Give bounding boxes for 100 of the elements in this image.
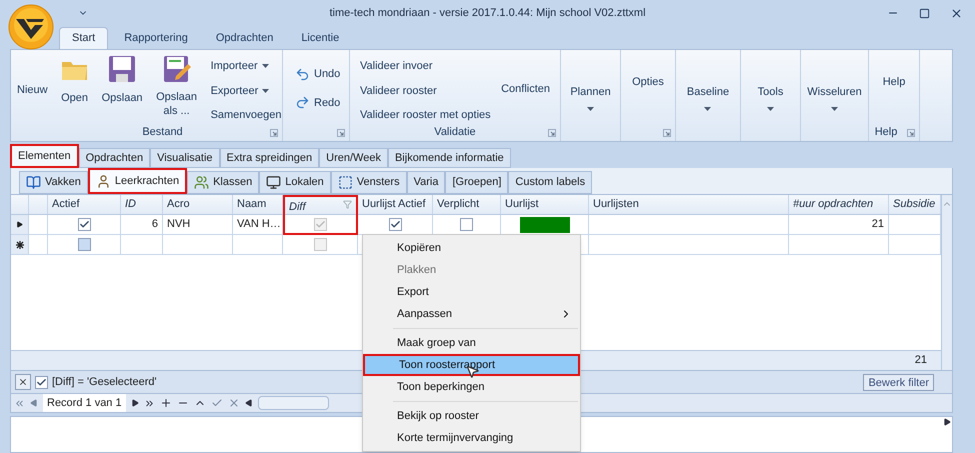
validate-button[interactable]: Valideer rooster	[360, 82, 491, 99]
tab[interactable]: Visualisatie	[150, 148, 220, 168]
tab[interactable]: Varia	[406, 171, 446, 194]
next-record-icon[interactable]	[130, 399, 139, 407]
column-header[interactable]: Diff	[283, 195, 358, 235]
app-logo[interactable]	[8, 4, 54, 50]
caret-icon	[262, 64, 269, 68]
tab[interactable]: Leerkrachten	[88, 168, 188, 194]
book-icon	[26, 175, 41, 190]
launcher-icon[interactable]	[337, 129, 345, 137]
column-header[interactable]: #uur opdrachten	[789, 195, 889, 214]
checkbox[interactable]	[78, 238, 90, 251]
tab[interactable]: Bijkomende informatie	[388, 148, 511, 168]
tab[interactable]: Extra spreidingen	[220, 148, 320, 168]
edit-filter-button[interactable]: Bewerk filter	[863, 374, 934, 390]
ribbon-tab[interactable]: Licentie	[289, 27, 352, 49]
people-icon	[194, 175, 210, 190]
table-cell: 21	[789, 215, 889, 234]
ribbon-tab[interactable]: Start	[59, 27, 108, 49]
scroll-left-icon[interactable]	[244, 399, 253, 407]
undo-icon	[295, 66, 310, 82]
scroll-right-icon[interactable]	[943, 418, 951, 426]
validate-button[interactable]: Valideer rooster met opties	[360, 107, 491, 124]
menu-item[interactable]: Toon roosterrapport	[363, 354, 580, 376]
open-button[interactable]: Open	[60, 54, 90, 106]
tab[interactable]: Opdrachten	[78, 148, 150, 168]
save-button[interactable]: Opslaan	[102, 54, 143, 106]
launcher-icon[interactable]	[270, 129, 278, 137]
window-title: time-tech mondriaan - versie 2017.1.0.44: Mijn school V02.zttxml	[328, 6, 647, 21]
tab[interactable]: [Groepen]	[445, 171, 508, 194]
group-label: Validatie	[434, 125, 476, 140]
conflicts-button[interactable]: Conflicten	[501, 81, 550, 98]
ribbon-button[interactable]: Tools	[758, 84, 784, 110]
menu-item[interactable]: Maak groep van	[363, 332, 580, 354]
menu-item[interactable]: Bekijk op rooster	[363, 405, 580, 427]
person-icon	[96, 174, 111, 188]
undo-button[interactable]: Undo	[295, 66, 349, 82]
menu-button[interactable]: Importeer	[210, 58, 269, 74]
last-record-icon[interactable]	[144, 398, 155, 408]
menu-button[interactable]: Exporteer	[210, 82, 270, 99]
vertical-scrollbar[interactable]	[941, 195, 952, 370]
menu-item[interactable]: Korte termijnvervanging	[363, 427, 580, 449]
checkbox[interactable]	[78, 218, 90, 231]
ribbon-button[interactable]: Plannen	[570, 84, 611, 110]
column-header[interactable]: Acro	[163, 195, 233, 214]
checkbox[interactable]	[460, 218, 473, 231]
previous-record-icon[interactable]	[30, 399, 38, 407]
menu-item[interactable]: Aanpassen	[363, 303, 580, 325]
redo-button[interactable]: Redo	[295, 94, 349, 111]
add-icon[interactable]	[160, 397, 172, 409]
column-header[interactable]: Actief	[48, 195, 121, 214]
close-icon[interactable]	[950, 6, 963, 20]
tab[interactable]: Klassen	[187, 171, 260, 194]
launcher-icon[interactable]	[663, 129, 671, 137]
column-header[interactable]: Naam	[233, 195, 283, 214]
caret-icon	[262, 88, 270, 93]
tab[interactable]: Vensters	[330, 171, 407, 194]
caret-icon	[704, 106, 712, 110]
filter-icon[interactable]	[343, 200, 352, 209]
menu-item[interactable]: Kopiëren	[363, 237, 580, 259]
column-header[interactable]: Uurlijst Actief	[358, 195, 433, 214]
horizontal-scrollbar[interactable]	[258, 396, 329, 410]
ribbon-button[interactable]: Wisseluren	[807, 84, 862, 110]
column-header[interactable]: Uurlijsten	[589, 195, 789, 214]
tab[interactable]: Vakken	[19, 171, 88, 194]
column-header[interactable]: ID	[121, 195, 163, 214]
caret-icon	[587, 106, 594, 110]
tab[interactable]: Lokalen	[259, 171, 331, 194]
group-label: Help	[874, 125, 898, 140]
tab[interactable]: Uren/Week	[319, 148, 388, 168]
tab[interactable]: Elementen	[10, 144, 79, 168]
menu-item[interactable]: Export	[363, 281, 580, 303]
launcher-icon[interactable]	[907, 129, 915, 137]
menu-item[interactable]: Toon beperkingen	[363, 376, 580, 398]
menu-button[interactable]: Samenvoegen	[210, 107, 282, 124]
ribbon-tab[interactable]: Opdrachten	[204, 27, 286, 49]
confirm-icon[interactable]	[210, 397, 223, 409]
ribbon-button[interactable]: Baseline	[686, 84, 730, 110]
maximize-icon[interactable]	[919, 8, 930, 18]
record-counter: Record 1 van 1	[43, 394, 126, 412]
table-cell: NVH	[163, 215, 233, 234]
checkbox[interactable]	[35, 376, 48, 388]
column-header[interactable]: Uurlijst	[501, 195, 589, 214]
filter-expression: [Diff] = 'Geselecteerd'	[52, 374, 157, 390]
validate-button[interactable]: Valideer invoer	[360, 58, 491, 74]
tab[interactable]: Custom labels	[508, 171, 592, 194]
current-row-icon	[16, 221, 23, 228]
first-record-icon[interactable]	[14, 398, 25, 408]
new-row-icon	[16, 240, 24, 248]
dashed-frame-icon	[338, 175, 353, 190]
save-as-button[interactable]: Opslaan als ...	[154, 54, 199, 118]
ribbon-button[interactable]: Opties	[632, 74, 664, 90]
launcher-icon[interactable]	[548, 129, 556, 137]
ribbon-tab[interactable]: Rapportering	[112, 27, 200, 49]
help-button[interactable]: Help	[882, 74, 906, 90]
column-header[interactable]: Verplicht	[433, 195, 501, 214]
checkbox[interactable]	[388, 218, 402, 231]
clear-filter-button[interactable]	[15, 374, 31, 390]
cancel-icon[interactable]	[228, 397, 240, 409]
new-button[interactable]: Nieuw	[17, 82, 48, 98]
